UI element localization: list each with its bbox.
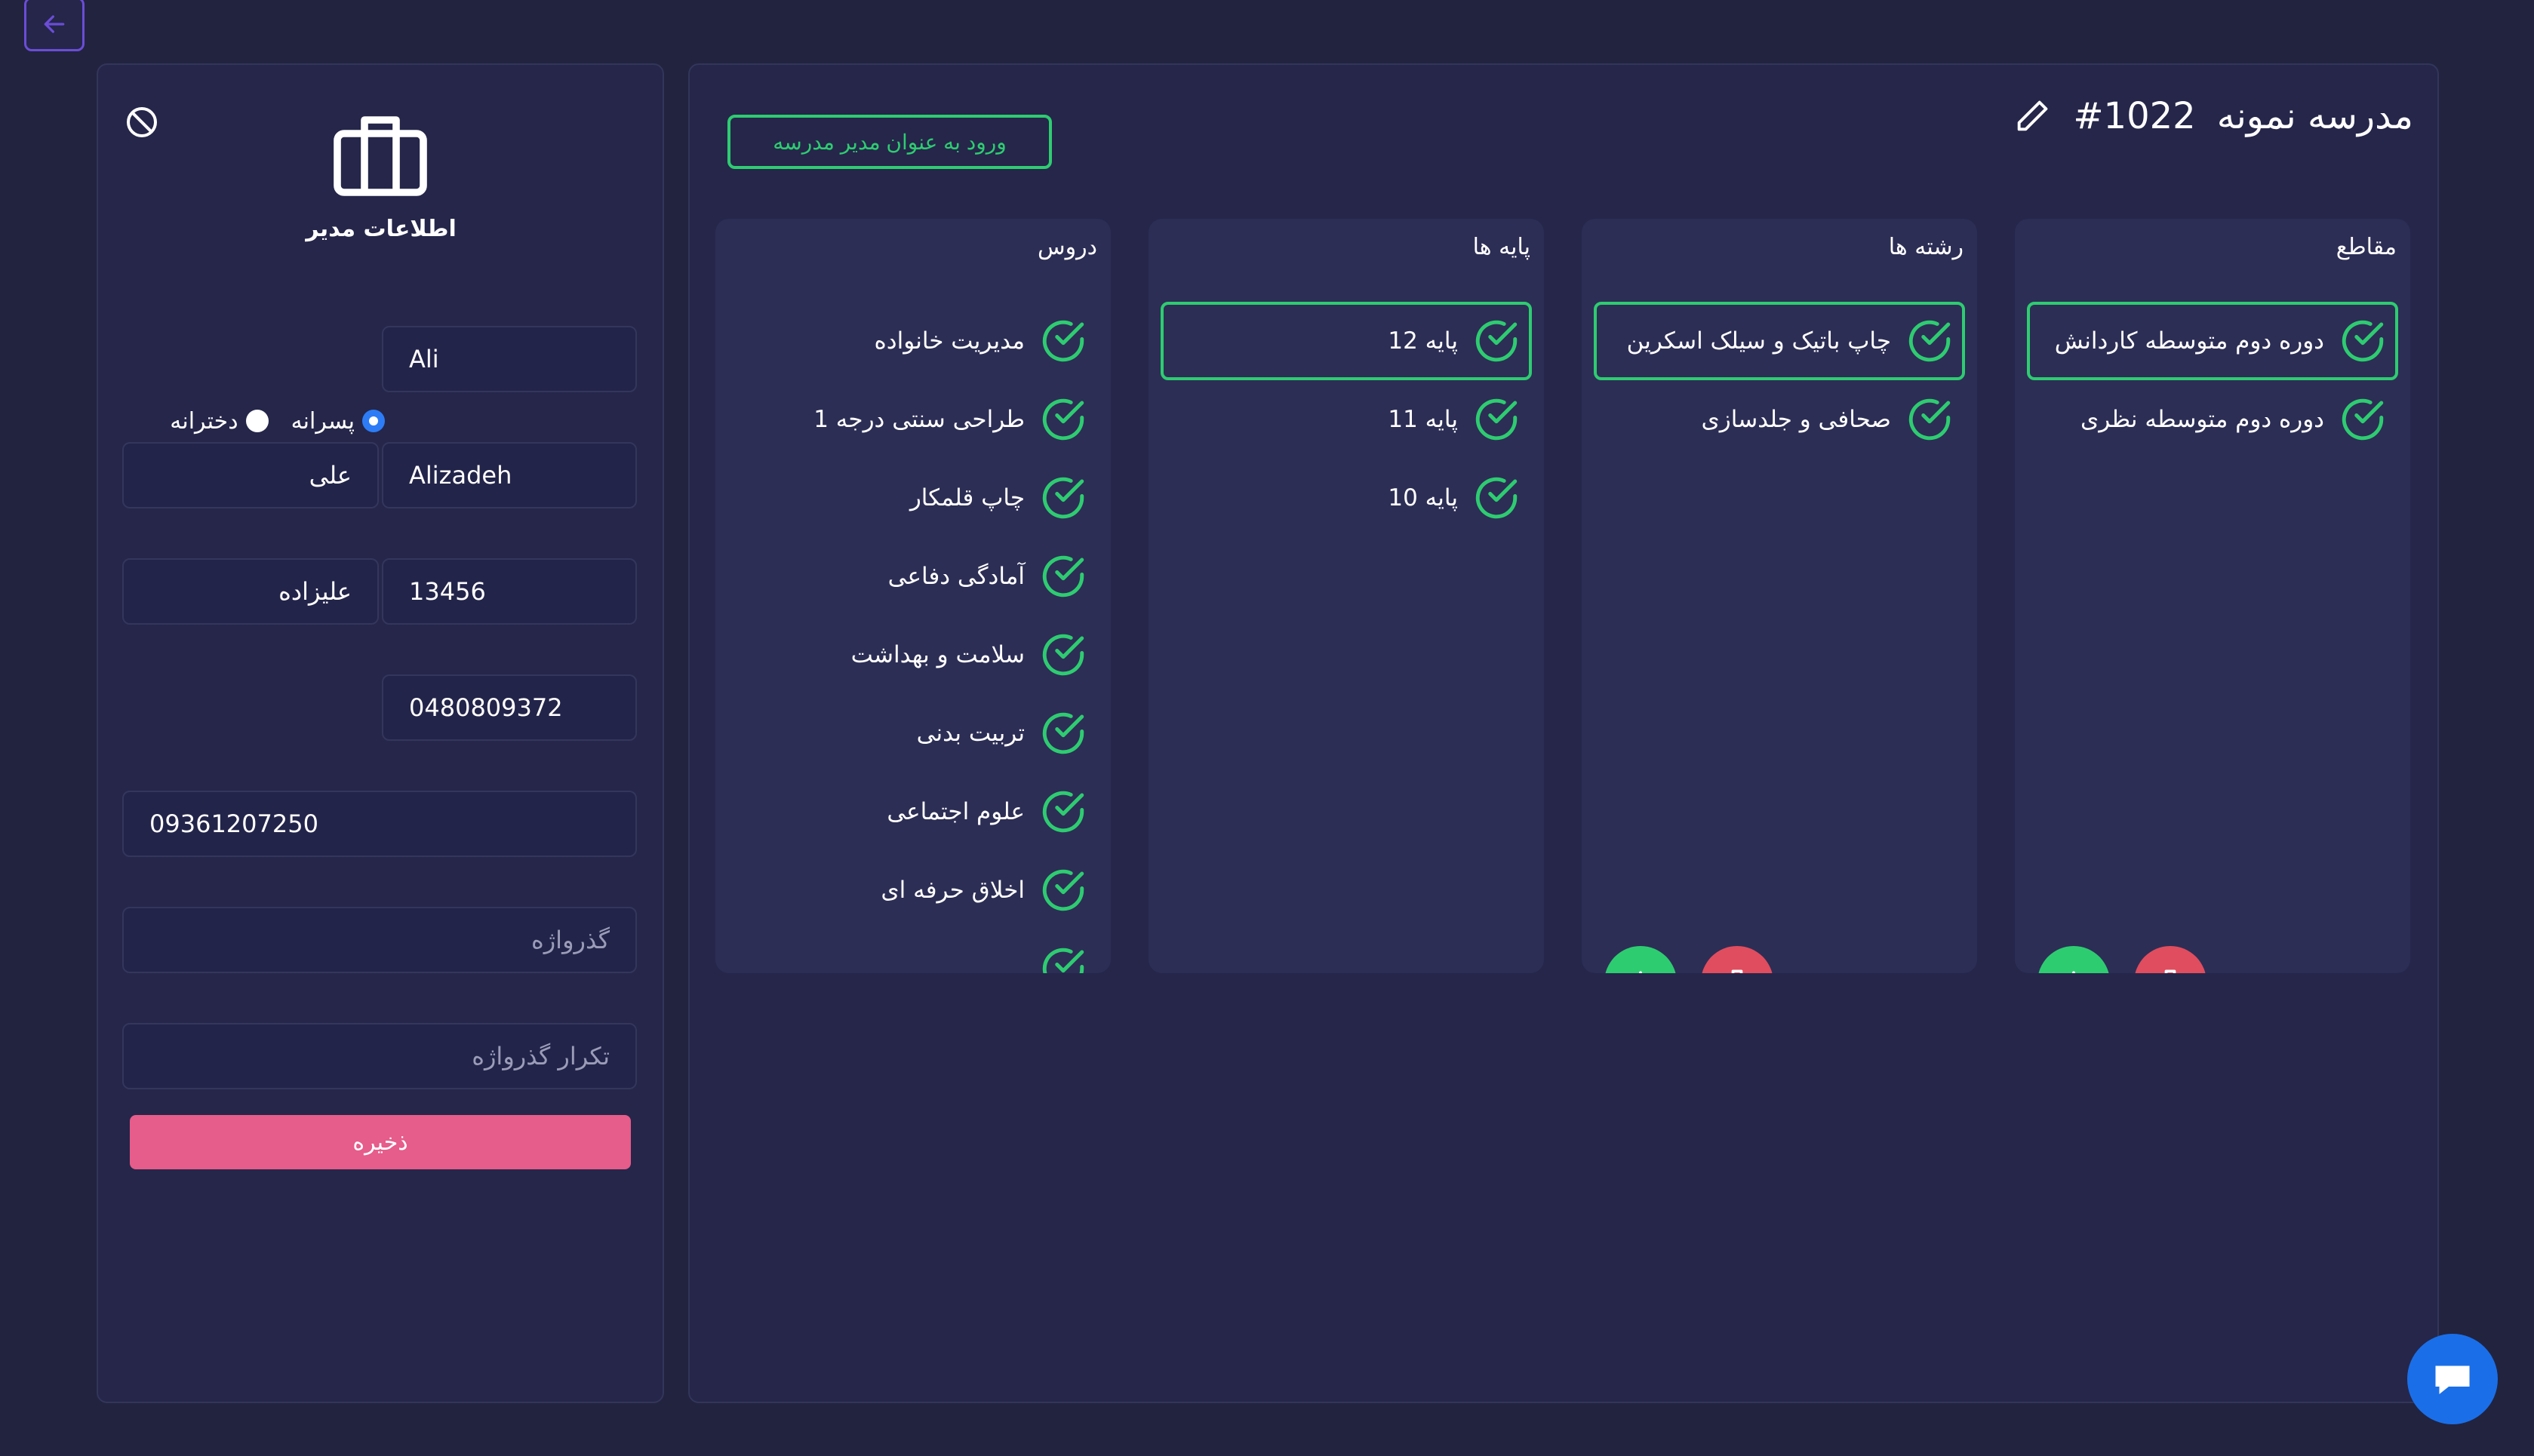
plus-icon [1639,971,1642,973]
check-circle-icon [2342,320,2384,362]
item-label: صحافی و جلدسازی [1701,406,1891,433]
back-arrow-icon [44,15,65,33]
check-circle-icon [1908,320,1951,362]
delete-section-button[interactable] [2134,946,2206,973]
item-label: سلامت و بهداشت [850,641,1025,668]
courses-title: دروس [1038,234,1097,260]
item-label: پایه 11 [1388,406,1458,433]
item-label: مدیریت خانواده [874,327,1025,355]
login-as-admin-button[interactable]: ورود به عنوان مدیر مدرسه [727,115,1052,169]
item-label: اخلاق حرفه ای [881,877,1025,904]
sections-title: مقاطع [2336,234,2397,260]
check-circle-icon [1042,712,1084,754]
password-repeat-field[interactable]: تکرار گذرواژه [122,1023,637,1089]
radio-boys[interactable] [362,410,385,432]
fields-column: رشته ها چاپ باتیک و سیلک اسکرین صحافی و … [1582,219,1977,973]
plus-icon [2072,971,2075,973]
list-item[interactable]: پایه 12 [1161,302,1532,380]
item-label: تربیت بدنی [916,720,1025,747]
check-circle-icon [1475,398,1518,441]
check-circle-icon [1042,555,1084,597]
first-name-en-field[interactable]: Ali [382,326,637,392]
check-circle-icon [2342,398,2384,441]
admin-info-title: اطلاعات مدیر [306,216,457,242]
item-label: پایه 10 [1388,484,1458,511]
trash-icon [2164,969,2176,973]
item-label: علوم اجتماعی [887,798,1025,825]
add-section-button[interactable] [2037,946,2110,973]
list-item[interactable]: دوره دوم متوسطه نظری [2027,380,2398,459]
gender-option-boys[interactable]: پسرانه [291,408,385,435]
list-item[interactable]: علوم اجتماعی [727,773,1099,851]
list-item[interactable]: چاپ قلمکار [727,459,1099,537]
chat-button[interactable] [2407,1334,2498,1424]
check-circle-icon [1042,320,1084,362]
check-circle-icon [1475,477,1518,519]
school-title: مدرسه نمونه [2216,95,2413,137]
item-label: پایه 12 [1388,327,1458,355]
gender-radio-group: پسرانه دخترانه [158,397,385,445]
last-name-fa-field[interactable]: علیزاده [122,558,379,625]
ban-icon[interactable] [124,104,160,140]
school-header: مدرسه نمونه #1022 [2013,95,2413,137]
school-id: #1022 [2073,95,2196,137]
list-item-partial[interactable] [727,929,1099,973]
check-circle-icon [1042,948,1084,973]
list-item[interactable]: طراحی سنتی درجه 1 [727,380,1099,459]
code-field[interactable]: 13456 [382,558,637,625]
item-label: دوره دوم متوسطه کاردانش [2054,327,2324,355]
chat-icon [2435,1365,2470,1394]
gender-label-boys: پسرانه [291,407,355,435]
item-label: چاپ قلمکار [909,484,1025,511]
check-circle-icon [1042,398,1084,441]
add-field-button[interactable] [1604,946,1677,973]
delete-field-button[interactable] [1701,946,1773,973]
item-label: آمادگی دفاعی [887,563,1025,590]
check-circle-icon [1475,320,1518,362]
national-id-field[interactable]: 0480809372 [382,674,637,741]
school-panel: مدرسه نمونه #1022 ورود به عنوان مدیر مدر… [688,63,2439,1403]
password-field[interactable]: گذرواژه [122,907,637,973]
list-item[interactable]: آمادگی دفاعی [727,537,1099,616]
fields-title: رشته ها [1888,234,1964,260]
list-item[interactable]: تربیت بدنی [727,694,1099,773]
item-label: طراحی سنتی درجه 1 [813,406,1025,433]
list-item[interactable]: پایه 10 [1161,459,1532,537]
sections-column: مقاطع دوره دوم متوسطه کاردانش دوره دوم م… [2015,219,2410,973]
list-item[interactable]: چاپ باتیک و سیلک اسکرین [1594,302,1965,380]
last-name-en-field[interactable]: Alizadeh [382,442,637,508]
item-label: دوره دوم متوسطه نظری [2080,406,2324,433]
briefcase-icon [334,116,427,196]
list-item[interactable]: دوره دوم متوسطه کاردانش [2027,302,2398,380]
grades-column: پایه ها پایه 12 پایه 11 پایه 10 [1149,219,1544,973]
admin-info-panel: اطلاعات مدیر Ali پسرانه دخترانه علی Aliz… [97,63,664,1403]
list-item[interactable]: صحافی و جلدسازی [1594,380,1965,459]
trash-icon [1731,969,1743,973]
check-circle-icon [1042,791,1084,833]
pencil-icon[interactable] [2013,97,2052,136]
save-button[interactable]: ذخیره [130,1115,631,1169]
list-item[interactable]: پایه 11 [1161,380,1532,459]
first-name-fa-field[interactable]: علی [122,442,379,508]
back-button[interactable] [24,0,85,51]
gender-label-girls: دخترانه [170,407,238,435]
check-circle-icon [1908,398,1951,441]
list-item[interactable]: سلامت و بهداشت [727,616,1099,694]
gender-option-girls[interactable]: دخترانه [170,407,269,435]
grades-title: پایه ها [1472,234,1530,260]
phone-field[interactable]: 09361207250 [122,791,637,857]
list-item[interactable]: مدیریت خانواده [727,302,1099,380]
radio-girls[interactable] [245,410,269,432]
check-circle-icon [1042,869,1084,911]
item-label: چاپ باتیک و سیلک اسکرین [1626,327,1891,355]
courses-column: دروس مدیریت خانواده طراحی سنتی درجه 1 چا… [715,219,1111,973]
check-circle-icon [1042,634,1084,676]
check-circle-icon [1042,477,1084,519]
list-item[interactable]: اخلاق حرفه ای [727,851,1099,929]
